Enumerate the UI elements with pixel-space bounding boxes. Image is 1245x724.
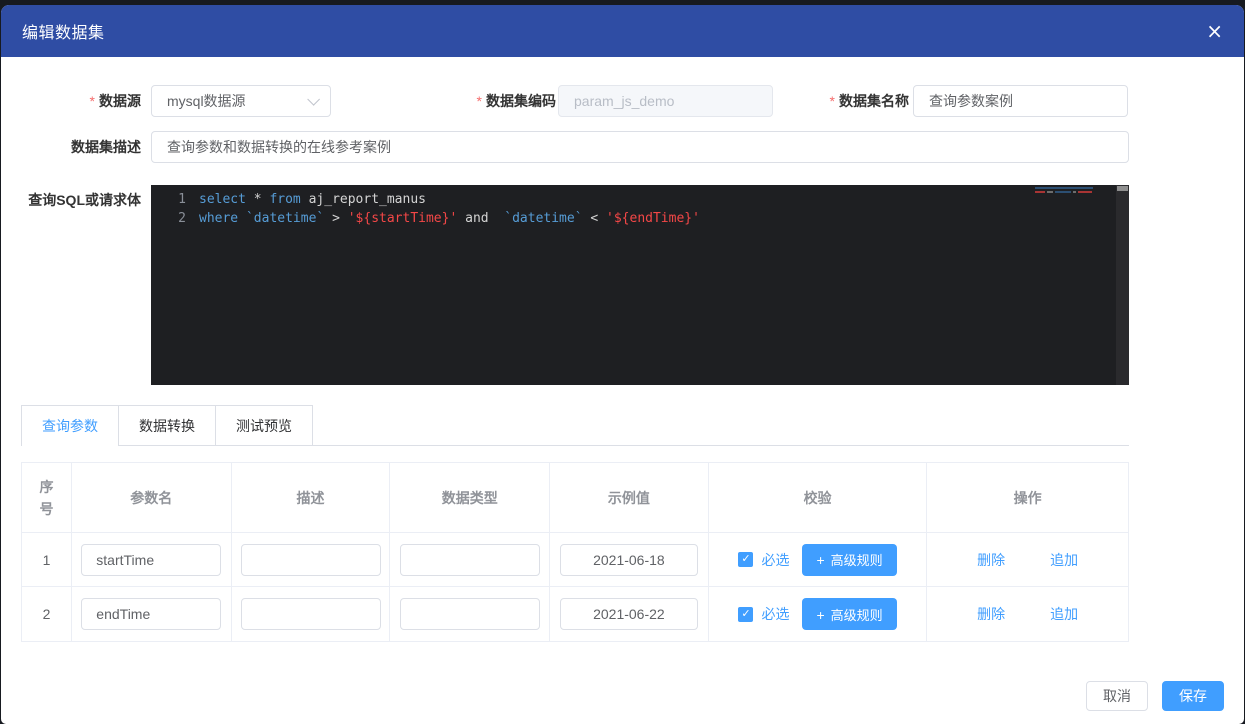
- editor-scrollbar[interactable]: [1116, 185, 1129, 385]
- tab-test-preview[interactable]: 测试预览: [216, 405, 313, 445]
- param-data-type-input[interactable]: [400, 544, 540, 576]
- plus-icon: +: [816, 607, 824, 623]
- code-line: 1 select * from aj_report_manus: [151, 190, 1129, 209]
- delete-link[interactable]: 删除: [977, 604, 1005, 624]
- tab-query-params[interactable]: 查询参数: [21, 405, 119, 446]
- chevron-down-icon: [307, 93, 320, 106]
- append-link[interactable]: 追加: [1050, 550, 1078, 570]
- col-header-validate: 校验: [709, 463, 928, 533]
- datasource-select-value: mysql数据源: [152, 91, 307, 111]
- required-mark: *: [830, 93, 835, 109]
- dataset-code-label: *数据集编码: [418, 85, 556, 117]
- append-link[interactable]: 追加: [1050, 604, 1078, 624]
- dataset-name-label: *数据集名称: [771, 85, 909, 117]
- param-example-input[interactable]: [560, 598, 698, 630]
- line-number: 1: [151, 190, 199, 209]
- tab-data-transform[interactable]: 数据转换: [119, 405, 216, 445]
- required-mark: *: [90, 93, 95, 109]
- table-row: 1 ✓ 必选 +高级规则 删除 追加: [22, 533, 1128, 587]
- col-header-no: 序号: [22, 463, 72, 533]
- col-header-description: 描述: [232, 463, 391, 533]
- plus-icon: +: [816, 552, 824, 568]
- edit-dataset-dialog: 编辑数据集 × *数据源 mysql数据源 *数据集编码 *数据集名称 数据集描…: [1, 5, 1244, 724]
- sql-label: 查询SQL或请求体: [1, 190, 141, 210]
- dataset-description-input[interactable]: [151, 131, 1129, 163]
- col-header-data-type: 数据类型: [390, 463, 550, 533]
- sql-code-editor[interactable]: 1 select * from aj_report_manus 2 where …: [151, 185, 1129, 385]
- col-header-actions: 操作: [927, 463, 1128, 533]
- delete-link[interactable]: 删除: [977, 550, 1005, 570]
- required-mark: *: [477, 93, 482, 109]
- code-line: 2 where `datetime` > '${startTime}' and …: [151, 209, 1129, 228]
- table-header-row: 序号 参数名 描述 数据类型 示例值 校验 操作: [22, 463, 1128, 533]
- dataset-tabs: 查询参数 数据转换 测试预览: [21, 405, 1129, 446]
- row-index: 1: [22, 533, 72, 587]
- line-number: 2: [151, 209, 199, 228]
- param-name-input[interactable]: [81, 598, 221, 630]
- param-data-type-input[interactable]: [400, 598, 540, 630]
- param-name-input[interactable]: [81, 544, 221, 576]
- dataset-name-input[interactable]: [913, 85, 1128, 117]
- params-table: 序号 参数名 描述 数据类型 示例值 校验 操作 1 ✓ 必选 +高级规则 删除…: [21, 462, 1129, 642]
- required-checkbox-label[interactable]: 必选: [761, 550, 789, 570]
- dialog-header: 编辑数据集 ×: [1, 5, 1244, 57]
- required-checkbox-label[interactable]: 必选: [761, 604, 789, 624]
- save-button[interactable]: 保存: [1162, 681, 1224, 711]
- cancel-button[interactable]: 取消: [1086, 681, 1148, 711]
- col-header-example: 示例值: [550, 463, 709, 533]
- required-checkbox[interactable]: ✓: [738, 552, 753, 567]
- col-header-param-name: 参数名: [72, 463, 232, 533]
- editor-scrollbar-thumb[interactable]: [1117, 186, 1128, 191]
- close-icon[interactable]: ×: [1206, 21, 1223, 41]
- param-description-input[interactable]: [241, 598, 381, 630]
- row-index: 2: [22, 587, 72, 641]
- dialog-title: 编辑数据集: [22, 19, 105, 43]
- datasource-select[interactable]: mysql数据源: [151, 85, 331, 117]
- advanced-rule-button[interactable]: +高级规则: [802, 598, 896, 630]
- dataset-code-input: [558, 85, 773, 117]
- param-description-input[interactable]: [241, 544, 381, 576]
- dataset-description-label: 数据集描述: [1, 131, 141, 163]
- dialog-footer: 取消 保存: [1086, 681, 1224, 711]
- datasource-label: *数据源: [1, 85, 141, 117]
- table-row: 2 ✓ 必选 +高级规则 删除 追加: [22, 587, 1128, 641]
- advanced-rule-button[interactable]: +高级规则: [802, 544, 896, 576]
- required-checkbox[interactable]: ✓: [738, 607, 753, 622]
- param-example-input[interactable]: [560, 544, 698, 576]
- editor-minimap[interactable]: [1035, 187, 1113, 195]
